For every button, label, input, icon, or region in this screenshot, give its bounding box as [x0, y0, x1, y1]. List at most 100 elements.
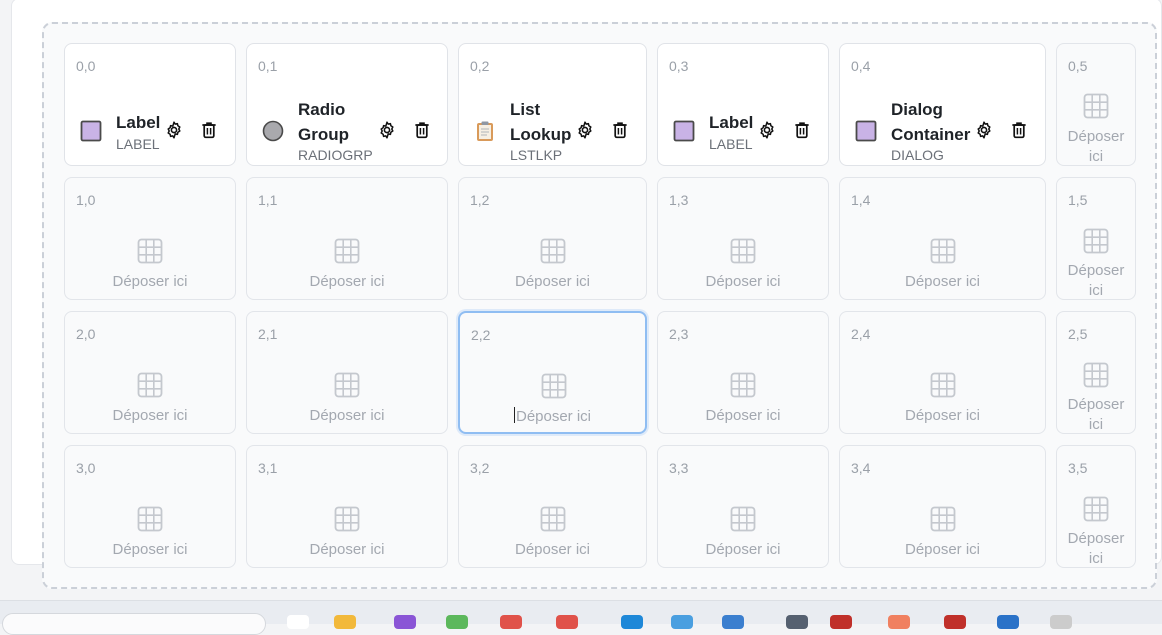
- cell-coordinate: 0,1: [258, 58, 278, 74]
- cell-coordinate: 3,4: [851, 460, 871, 476]
- grid-cell-1-3[interactable]: 1,3 Déposer ici: [657, 177, 829, 300]
- app-icon[interactable]: [722, 615, 744, 629]
- grid-cell-1-0[interactable]: 1,0 Déposer ici: [64, 177, 236, 300]
- cell-coordinate: 3,2: [470, 460, 490, 476]
- cell-coordinate: 3,1: [258, 460, 278, 476]
- taskbar: [0, 600, 1162, 635]
- cell-coordinate: 1,4: [851, 192, 871, 208]
- radio-circle-icon: [262, 120, 284, 142]
- grid-cell-3-5[interactable]: 3,5 Déposer ici: [1056, 445, 1136, 568]
- grid-icon: [1083, 362, 1109, 388]
- grid-icon: [730, 372, 756, 398]
- grid-icon: [930, 506, 956, 532]
- grid-cell-0-1[interactable]: 0,1 Radio Group RADIOGRP: [246, 43, 448, 166]
- cell-coordinate: 0,2: [470, 58, 490, 74]
- grid-cell-2-4[interactable]: 2,4 Déposer ici: [839, 311, 1046, 434]
- text-cursor: [513, 407, 515, 423]
- grid-icon: [540, 506, 566, 532]
- cell-coordinate: 2,4: [851, 326, 871, 342]
- grid-cell-1-4[interactable]: 1,4 Déposer ici: [839, 177, 1046, 300]
- cell-coordinate: 0,0: [76, 58, 96, 74]
- component-code: RADIOGRP: [298, 147, 373, 163]
- app-icon[interactable]: [1050, 615, 1072, 629]
- cell-coordinate: 1,5: [1068, 192, 1088, 208]
- app-icon[interactable]: [944, 615, 966, 629]
- drop-hint: Déposer ici: [112, 273, 188, 290]
- grid-cell-2-3[interactable]: 2,3 Déposer ici: [657, 311, 829, 434]
- app-icon[interactable]: [997, 615, 1019, 629]
- component-name: Dialog: [891, 100, 943, 119]
- taskbar-search[interactable]: [2, 613, 266, 635]
- component-code: LABEL: [709, 136, 753, 152]
- app-icon[interactable]: [500, 615, 522, 629]
- grid-icon: [930, 238, 956, 264]
- cell-coordinate: 2,2: [471, 327, 491, 343]
- settings-gear-icon[interactable]: [164, 120, 184, 140]
- delete-trash-icon[interactable]: [412, 120, 432, 140]
- grid-icon: [1083, 496, 1109, 522]
- delete-trash-icon[interactable]: [1009, 120, 1029, 140]
- app-icon[interactable]: [394, 615, 416, 629]
- cell-coordinate: 1,0: [76, 192, 96, 208]
- drop-hint: Déposer: [1067, 530, 1125, 547]
- grid-cell-0-0[interactable]: 0,0 Label LABEL: [64, 43, 236, 166]
- app-icon[interactable]: [786, 615, 808, 629]
- drop-hint: Déposer ici: [514, 273, 591, 290]
- grid-cell-3-4[interactable]: 3,4 Déposer ici: [839, 445, 1046, 568]
- drop-hint: Déposer ici: [904, 407, 981, 424]
- cell-coordinate: 0,3: [669, 58, 689, 74]
- drop-hint: Déposer ici: [705, 407, 781, 424]
- component-name: Label: [709, 113, 754, 132]
- grid-cell-2-2[interactable]: 2,2 Déposer ici: [458, 311, 647, 434]
- delete-trash-icon[interactable]: [610, 120, 630, 140]
- grid-cell-0-4[interactable]: 0,4 Dialog Container DIALOG: [839, 43, 1046, 166]
- delete-trash-icon[interactable]: [199, 120, 219, 140]
- drop-hint: Déposer ici: [112, 541, 188, 558]
- grid-cell-3-1[interactable]: 3,1 Déposer ici: [246, 445, 448, 568]
- app-icon[interactable]: [446, 615, 468, 629]
- drop-hint: Déposer: [1067, 128, 1125, 145]
- folder-icon[interactable]: [334, 615, 356, 629]
- grid-cell-2-5[interactable]: 2,5 Déposer ici: [1056, 311, 1136, 434]
- label-square-icon: [673, 120, 695, 142]
- app-icon[interactable]: [671, 615, 693, 629]
- grid-icon: [730, 238, 756, 264]
- component-code: DIALOG: [891, 147, 944, 163]
- app-icon[interactable]: [556, 615, 578, 629]
- grid-icon: [137, 506, 163, 532]
- grid-icon: [1083, 228, 1109, 254]
- drop-hint: Déposer ici: [112, 407, 188, 424]
- grid-cell-0-5[interactable]: 0,5 Déposer ici: [1056, 43, 1136, 166]
- app-icon[interactable]: [621, 615, 643, 629]
- file-icon[interactable]: [287, 615, 309, 629]
- cell-coordinate: 2,3: [669, 326, 689, 342]
- settings-gear-icon[interactable]: [575, 120, 595, 140]
- grid-icon: [334, 238, 360, 264]
- grid-cell-0-3[interactable]: 0,3 Label LABEL: [657, 43, 829, 166]
- app-icon[interactable]: [888, 615, 910, 629]
- app-icon[interactable]: [830, 615, 852, 629]
- grid-cell-1-1[interactable]: 1,1 Déposer ici: [246, 177, 448, 300]
- drop-hint: ici: [1088, 550, 1104, 567]
- drop-hint: Déposer ici: [309, 407, 385, 424]
- grid-cell-1-2[interactable]: 1,2 Déposer ici: [458, 177, 647, 300]
- drop-hint: ici: [1088, 148, 1104, 165]
- grid-cell-2-0[interactable]: 2,0 Déposer ici: [64, 311, 236, 434]
- cell-coordinate: 3,3: [669, 460, 689, 476]
- drop-hint: ici: [1088, 282, 1104, 299]
- grid-cell-3-0[interactable]: 3,0 Déposer ici: [64, 445, 236, 568]
- grid-cell-2-1[interactable]: 2,1 Déposer ici: [246, 311, 448, 434]
- grid-cell-3-2[interactable]: 3,2 Déposer ici: [458, 445, 647, 568]
- grid-cell-0-2[interactable]: 0,2 List Lookup LSTLKP: [458, 43, 647, 166]
- settings-gear-icon[interactable]: [757, 120, 777, 140]
- drop-hint: Déposer ici: [904, 273, 981, 290]
- drop-hint: ici: [1088, 416, 1104, 433]
- settings-gear-icon[interactable]: [974, 120, 994, 140]
- settings-gear-icon[interactable]: [377, 120, 397, 140]
- component-name: List: [510, 100, 541, 119]
- grid-cell-3-3[interactable]: 3,3 Déposer ici: [657, 445, 829, 568]
- grid-icon: [137, 238, 163, 264]
- grid-cell-1-5[interactable]: 1,5 Déposer ici: [1056, 177, 1136, 300]
- drop-hint: Déposer ici: [514, 541, 591, 558]
- delete-trash-icon[interactable]: [792, 120, 812, 140]
